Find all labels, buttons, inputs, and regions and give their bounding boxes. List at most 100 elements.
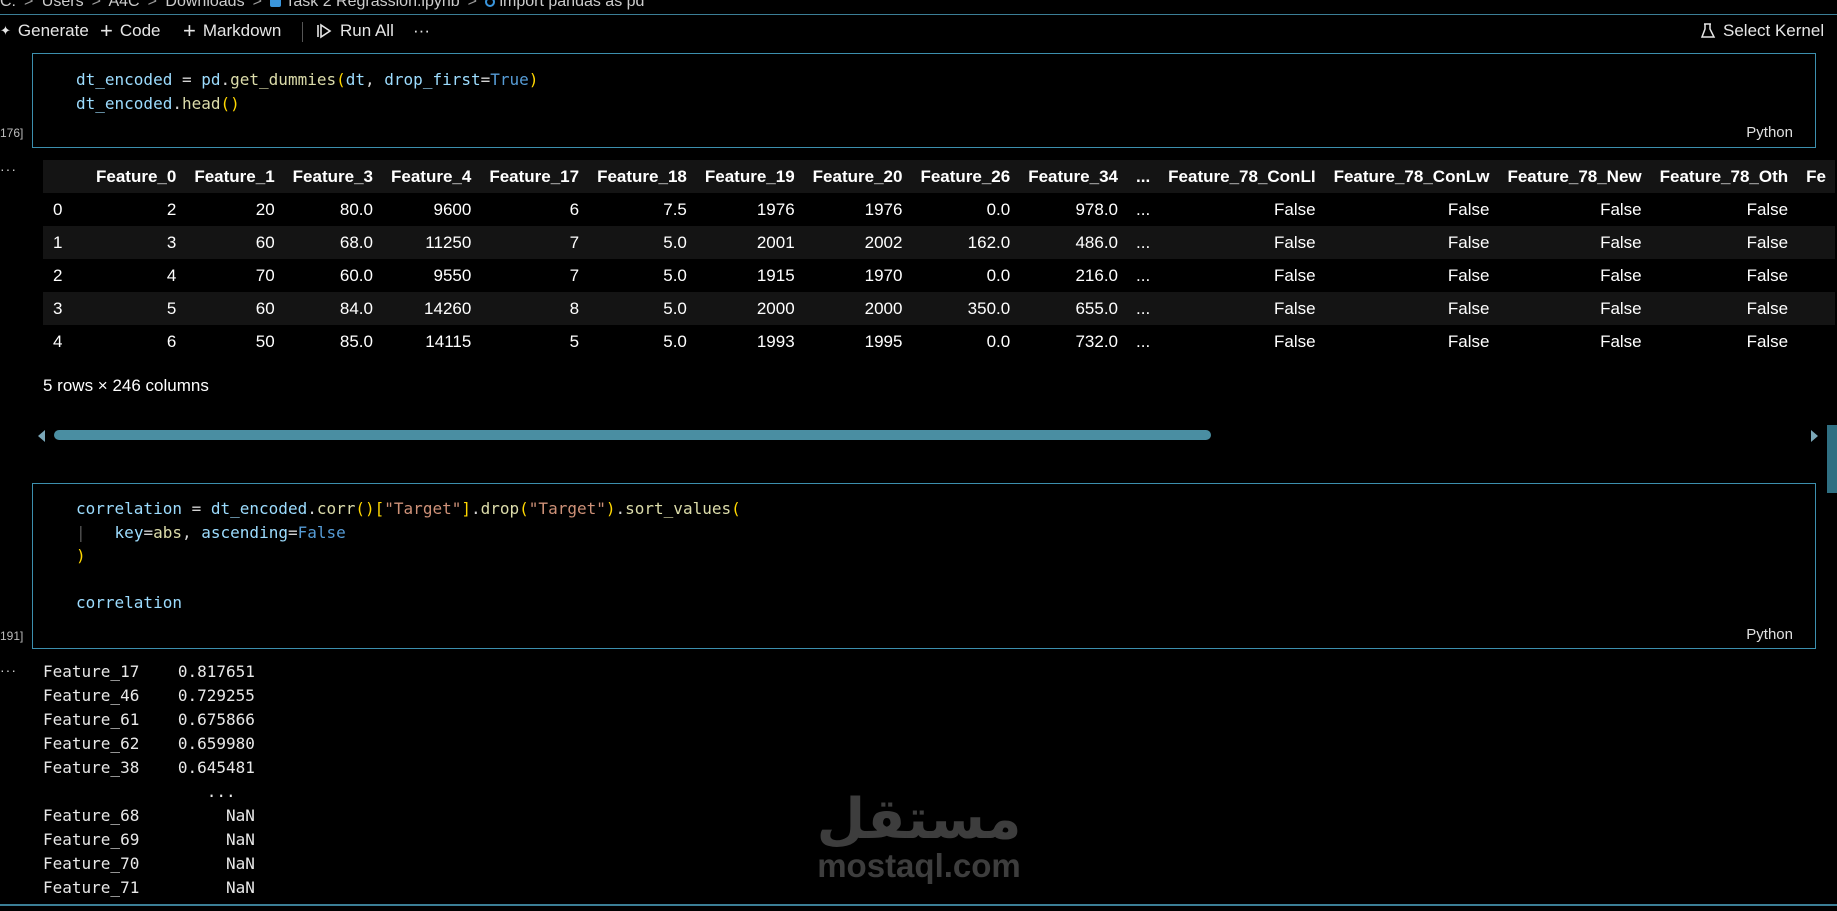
column-header: Feature_78_New xyxy=(1498,160,1651,193)
generate-button[interactable]: ✦ Generate xyxy=(0,21,89,41)
table-cell: 1976 xyxy=(864,199,903,219)
series-line: ... xyxy=(43,782,236,801)
select-kernel-button[interactable]: Select Kernel xyxy=(1700,21,1824,41)
vertical-scrollbar-thumb[interactable] xyxy=(1827,425,1837,493)
code-source[interactable]: correlation = dt_encoded.corr()["Target"… xyxy=(76,497,741,615)
output-actions-button[interactable]: ··· xyxy=(0,161,17,177)
row-index: 2 xyxy=(53,265,63,285)
table-cell: False xyxy=(1498,292,1651,325)
table-cell: False xyxy=(1746,199,1789,219)
column-header: Feature_19 xyxy=(695,160,804,193)
row-index: 0 xyxy=(53,199,63,219)
breadcrumb-drive[interactable]: C: xyxy=(0,0,16,10)
table-cell: 5.0 xyxy=(588,226,696,259)
table-cell: False xyxy=(1746,331,1789,351)
table-cell: 5.0 xyxy=(663,265,687,285)
table-cell: 80.0 xyxy=(339,199,373,219)
table-cell: 2000 xyxy=(803,292,912,325)
table-cell: 9550 xyxy=(433,265,472,285)
table-cell: False xyxy=(1600,331,1642,351)
select-kernel-label: Select Kernel xyxy=(1723,21,1825,40)
code-cell-editor[interactable]: dt_encoded = pd.get_dummies(dt, drop_fir… xyxy=(32,53,1816,148)
markdown-label: Markdown xyxy=(202,21,282,40)
breadcrumb-downloads[interactable]: Downloads xyxy=(165,0,244,10)
table-cell: ... xyxy=(1136,331,1151,351)
table-cell: False xyxy=(1273,265,1316,285)
table-cell: 216.0 xyxy=(1075,265,1118,285)
table-cell: 1993 xyxy=(756,331,795,351)
table-cell: 20 xyxy=(255,199,275,219)
column-header: Fe xyxy=(1797,160,1835,193)
table-cell: ... xyxy=(1136,199,1151,219)
series-line: Feature_68 NaN xyxy=(43,806,255,825)
table-cell: 2002 xyxy=(803,226,912,259)
header-divider xyxy=(0,14,1837,15)
output-actions-button[interactable]: ··· xyxy=(0,662,17,678)
more-actions-button[interactable]: ··· xyxy=(413,21,430,41)
table-row: 4 6 50 85.0 14115 5 5.0 1993 1995 0.0 732.0... Fals… xyxy=(43,325,1835,358)
table-cell: 1976 xyxy=(756,199,795,219)
series-line: Feature_46 0.729255 xyxy=(43,686,255,705)
table-cell: 14115 xyxy=(425,331,472,351)
code-label: Code xyxy=(119,21,161,40)
plus-icon: + xyxy=(100,18,113,43)
scrollbar-thumb[interactable] xyxy=(54,430,1211,440)
table-cell: 655.0 xyxy=(1019,292,1127,325)
scroll-left-icon[interactable] xyxy=(38,430,45,442)
kernel-icon xyxy=(1700,23,1716,38)
code-cell-editor[interactable]: correlation = dt_encoded.corr()["Target"… xyxy=(32,483,1816,649)
execution-count: 176] xyxy=(0,126,24,140)
breadcrumb-users[interactable]: Users xyxy=(42,0,84,10)
column-header: Feature_26 xyxy=(911,160,1020,193)
column-header: Feature_0 xyxy=(87,160,186,193)
column-header: Feature_78_ConLw xyxy=(1324,160,1499,193)
column-header: Feature_4 xyxy=(381,160,481,193)
table-body: 0 2 20 80.0 9600 6 7.5 1976 1976 0.0 978.0... False… xyxy=(43,193,1835,358)
table-cell: 60 xyxy=(185,292,284,325)
table-row: 0 2 20 80.0 9600 6 7.5 1976 1976 0.0 978.0... False… xyxy=(43,193,1835,226)
breadcrumb-symbol[interactable]: import pandas as pd xyxy=(499,0,644,10)
table-cell: 7 xyxy=(480,226,589,259)
row-index: 4 xyxy=(53,331,63,351)
breadcrumb-user[interactable]: A4C xyxy=(108,0,139,10)
watermark-arabic: مستقل xyxy=(816,787,1022,852)
cell-language-label[interactable]: Python xyxy=(1746,626,1793,643)
add-markdown-cell-button[interactable]: + Markdown xyxy=(183,20,282,42)
table-cell: False xyxy=(1600,199,1642,219)
table-cell: False xyxy=(1159,226,1325,259)
table-cell: 84.0 xyxy=(283,292,382,325)
run-all-button[interactable]: Run All xyxy=(315,21,394,41)
table-cell xyxy=(1797,292,1835,325)
table-cell: 68.0 xyxy=(283,226,382,259)
column-header: ... xyxy=(1127,160,1160,193)
series-output: Feature_17 0.817651 Feature_46 0.729255 Fe… xyxy=(43,660,255,900)
breadcrumb-file[interactable]: Task 2 Regrassion.ipynb xyxy=(285,0,459,10)
table-cell: 6 xyxy=(569,199,580,219)
table-cell: 14260 xyxy=(381,292,481,325)
series-line: Feature_62 0.659980 xyxy=(43,734,255,753)
table-cell: 9600 xyxy=(433,199,472,219)
scroll-right-icon[interactable] xyxy=(1811,430,1818,442)
table-cell: 2001 xyxy=(695,226,804,259)
table-cell: False xyxy=(1746,265,1789,285)
code-source[interactable]: dt_encoded = pd.get_dummies(dt, drop_fir… xyxy=(76,68,538,115)
column-header: Feature_78_Oth xyxy=(1650,160,1798,193)
table-cell: False xyxy=(1324,292,1499,325)
watermark-latin: mostaql.com xyxy=(817,847,1021,884)
table-cell: 70 xyxy=(255,265,275,285)
column-header: Feature_1 xyxy=(185,160,284,193)
table-cell xyxy=(1797,193,1835,226)
table-cell xyxy=(1797,226,1835,259)
table-cell: 4 xyxy=(166,265,177,285)
table-cell: 978.0 xyxy=(1075,199,1118,219)
add-code-cell-button[interactable]: + Code xyxy=(100,18,161,43)
horizontal-scrollbar[interactable] xyxy=(38,428,1818,442)
table-cell: 5.0 xyxy=(588,292,696,325)
toolbar-divider xyxy=(302,22,303,42)
table-cell: 732.0 xyxy=(1075,331,1118,351)
column-header: Feature_20 xyxy=(803,160,912,193)
table-cell: 6 xyxy=(166,331,177,351)
column-header: Feature_3 xyxy=(283,160,382,193)
cell-language-label[interactable]: Python xyxy=(1746,124,1793,141)
row-index: 3 xyxy=(43,292,87,325)
